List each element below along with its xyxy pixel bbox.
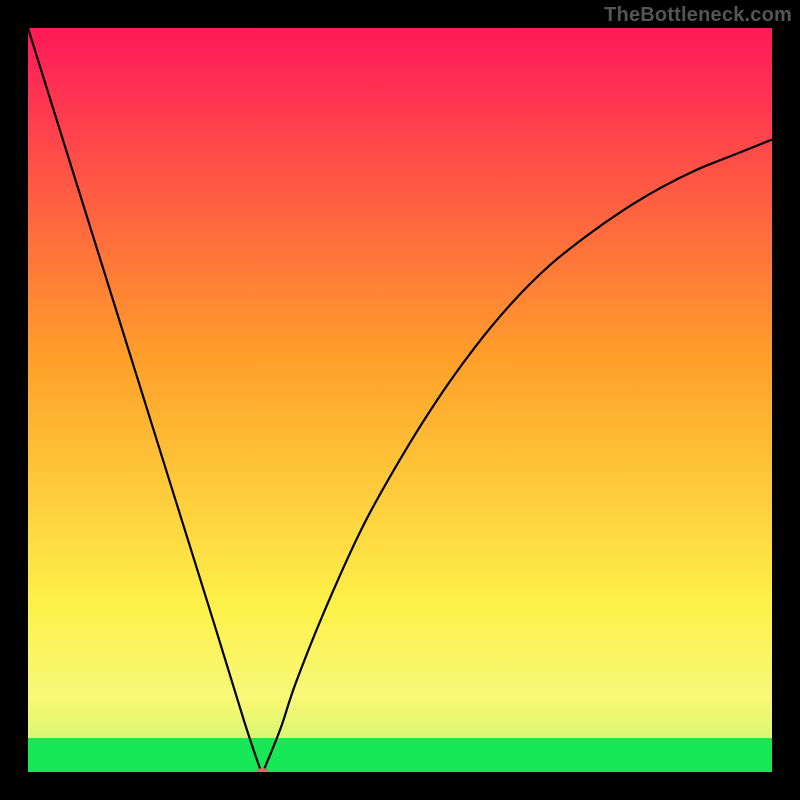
green-band [28, 738, 772, 772]
watermark-text: TheBottleneck.com [604, 4, 792, 27]
plot-area [28, 28, 772, 772]
chart-frame: TheBottleneck.com [0, 0, 800, 800]
yellow-band [28, 698, 772, 738]
plot-svg [28, 28, 772, 772]
gradient-background [28, 28, 772, 772]
